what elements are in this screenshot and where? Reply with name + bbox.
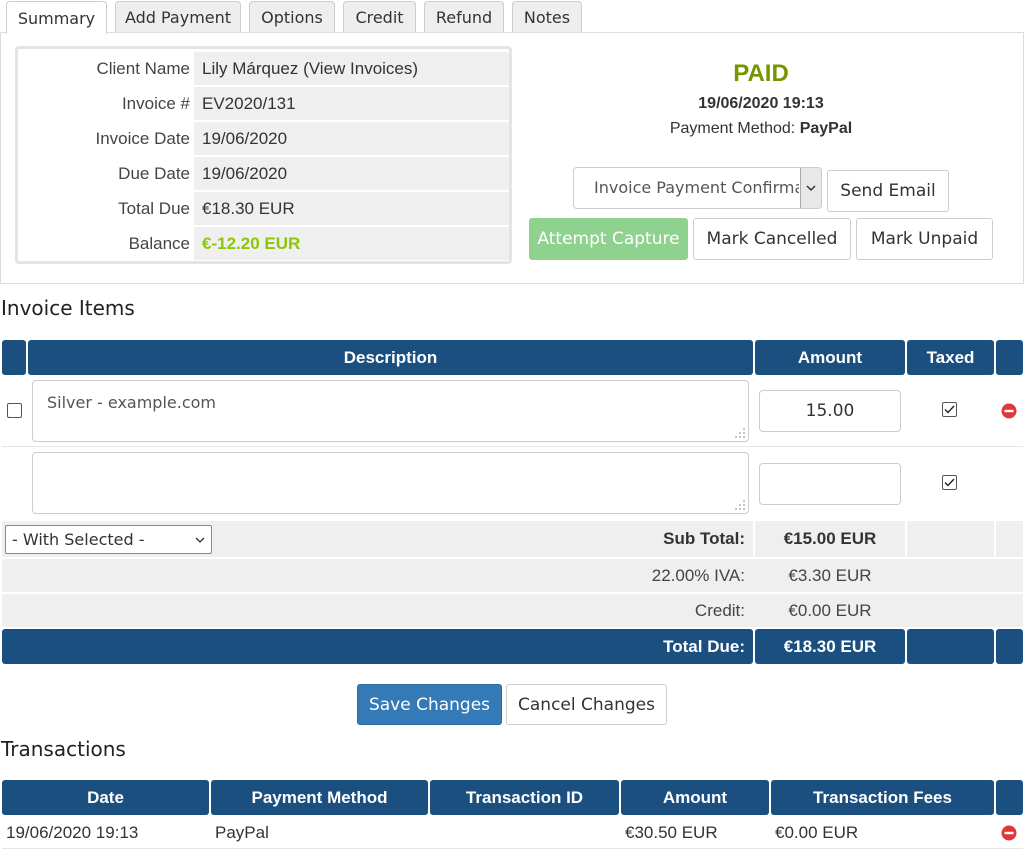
invoice-status: PAID [733,60,789,87]
txn-header-id: Transaction ID [430,780,619,815]
balance-value: €-12.20 EUR [194,227,509,260]
tab-notes[interactable]: Notes [512,1,582,33]
invoice-info-table: Client Name Lily Márquez (View Invoices)… [15,46,512,264]
email-template-select[interactable]: Invoice Payment Confirmation [573,167,822,209]
with-selected-value: - With Selected - [12,530,145,549]
item-taxed-checkbox[interactable] [942,402,957,417]
invoice-date-label: Invoice Date [95,129,191,148]
email-template-value: Invoice Payment Confirmation [594,178,799,197]
subtotal-value: €15.00 EUR [783,529,877,548]
checkmark-icon [944,478,955,487]
client-name-link[interactable]: Lily Márquez (View Invoices) [202,59,418,78]
txn-amount: €30.50 EUR [625,823,718,842]
items-header-description: Description [28,340,753,375]
total-due-row-label: Total Due: [663,636,745,656]
total-due-row-taxed [907,629,994,664]
resize-grip-icon[interactable] [735,428,745,438]
select-arrow-button[interactable] [800,168,821,208]
tab-options[interactable]: Options [249,1,335,33]
items-header-select [2,340,26,375]
info-row-client: Client Name Lily Márquez (View Invoices) [20,52,509,85]
chevron-down-icon [195,537,205,543]
items-header-taxed: Taxed [907,340,994,375]
payment-method-line: Payment Method: PayPal [611,120,911,138]
item-amount-input[interactable]: 15.00 [759,390,901,432]
cancel-changes-button[interactable]: Cancel Changes [506,684,667,725]
item-description-field[interactable]: Silver - example.com [32,380,749,442]
mark-cancelled-button[interactable]: Mark Cancelled [693,218,851,260]
total-due-row-value: €18.30 EUR [755,629,905,664]
txn-header-fees: Transaction Fees [771,780,994,815]
txn-header-date: Date [2,780,209,815]
resize-grip-icon[interactable] [735,500,745,510]
due-date-label: Due Date [118,164,190,183]
new-item-amount-input[interactable] [759,463,901,505]
txn-header-method: Payment Method [211,780,428,815]
item-description-text: Silver - example.com [47,393,217,412]
items-header-amount: Amount [755,340,905,375]
checkmark-icon [944,405,955,414]
payment-method-value: PayPal [799,120,853,137]
info-row-total-due: Total Due €18.30 EUR [20,192,509,225]
txn-header-actions [996,780,1023,815]
credit-value: €0.00 EUR [788,600,872,620]
new-item-taxed-checkbox[interactable] [942,475,957,490]
total-due-value: €18.30 EUR [194,192,509,225]
mark-unpaid-button[interactable]: Mark Unpaid [856,218,993,260]
txn-fees: €0.00 EUR [775,823,859,842]
txn-method: PayPal [215,823,269,842]
tax-label: 22.00% IVA: [651,565,745,585]
items-header-actions [996,340,1023,375]
txn-date: 19/06/2020 19:13 [6,823,139,842]
subtotal-actions-bg [996,521,1023,557]
invoice-items-title: Invoice Items [1,296,135,320]
paid-datetime: 19/06/2020 19:13 [698,95,824,112]
chevron-down-icon [806,184,816,191]
txn-header-amount: Amount [621,780,769,815]
send-email-button[interactable]: Send Email [827,170,949,212]
row-divider [2,446,1023,447]
item-select-checkbox[interactable] [7,403,22,418]
with-selected-select[interactable]: - With Selected - [5,525,212,554]
tax-value: €3.30 EUR [788,565,872,585]
delete-item-icon[interactable] [1001,403,1017,419]
tab-summary[interactable]: Summary [6,1,107,34]
subtotal-taxed-bg [907,521,994,557]
info-row-invoice-num: Invoice # EV2020/131 [20,87,509,120]
invoice-date-value: 19/06/2020 [194,122,509,155]
new-item-description-field[interactable] [32,452,749,514]
client-name-value[interactable]: Lily Márquez (View Invoices) [194,52,509,85]
subtotal-label: Sub Total: [663,529,745,548]
tab-credit[interactable]: Credit [343,1,416,33]
payment-method-label: Payment Method: [669,120,796,137]
delete-transaction-icon[interactable] [1001,825,1017,841]
attempt-capture-button[interactable]: Attempt Capture [529,218,688,260]
invoice-num-label: Invoice # [121,94,190,113]
balance-label: Balance [128,234,190,253]
due-date-value: 19/06/2020 [194,157,509,190]
invoice-num-value: EV2020/131 [194,87,509,120]
tab-refund[interactable]: Refund [424,1,504,33]
total-due-row-actions [996,629,1023,664]
credit-label: Credit: [694,600,745,620]
info-row-invoice-date: Invoice Date 19/06/2020 [20,122,509,155]
total-due-label: Total Due [118,199,190,218]
info-row-due-date: Due Date 19/06/2020 [20,157,509,190]
save-changes-button[interactable]: Save Changes [357,684,502,725]
info-row-balance: Balance €-12.20 EUR [20,227,509,260]
txn-row-divider [2,848,1023,849]
tab-add-payment[interactable]: Add Payment [115,1,241,33]
client-name-label: Client Name [96,59,190,78]
transactions-title: Transactions [1,737,126,761]
